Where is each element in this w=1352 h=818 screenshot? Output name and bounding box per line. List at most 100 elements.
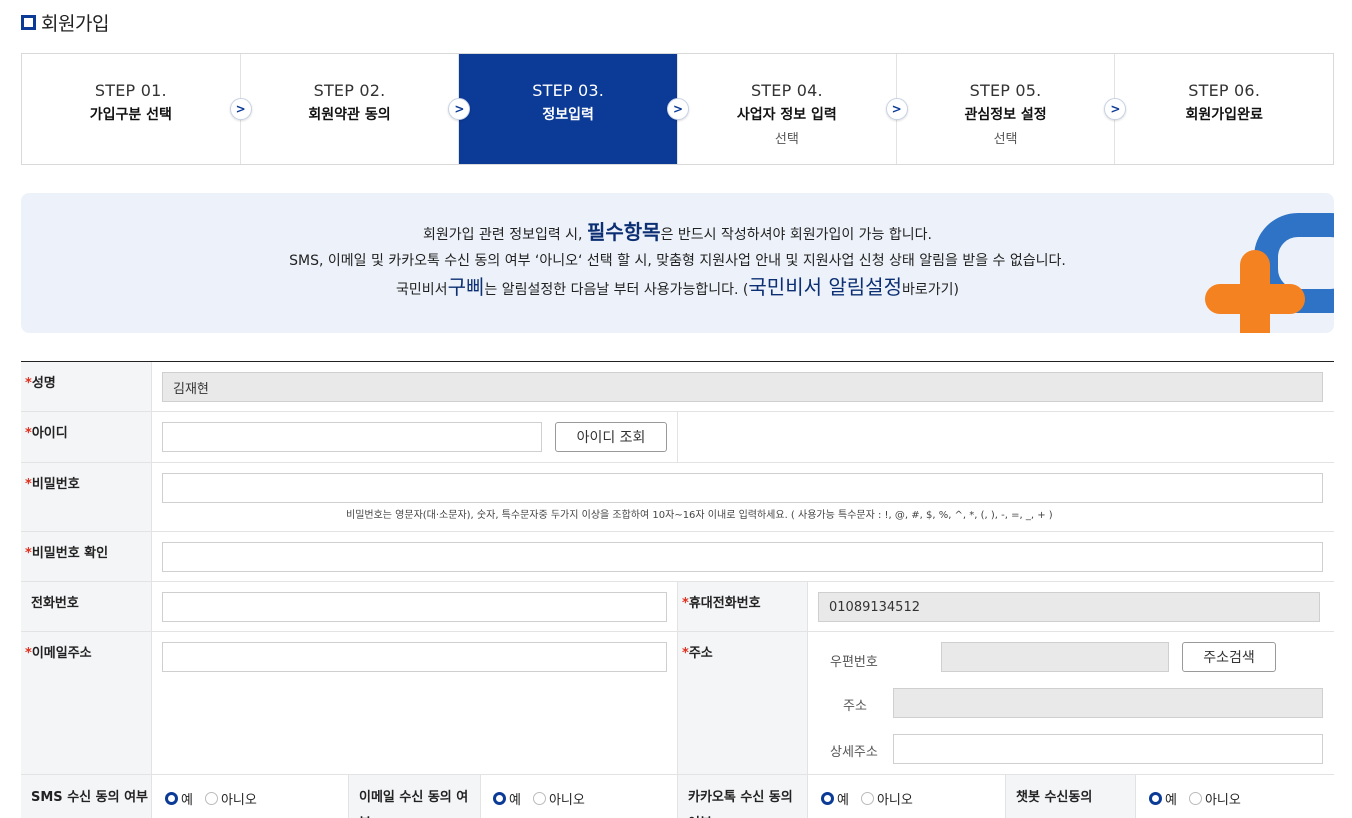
step-02: STEP 02. 회원약관 동의 > — [241, 54, 471, 164]
form-row-id: *아이디 아이디 조회 — [21, 412, 1334, 463]
radio-unchecked-icon[interactable] — [532, 792, 546, 805]
decorative-plus-shape — [1205, 284, 1305, 314]
form-row-password: *비밀번호 비밀번호는 영문자(대·소문자), 숫자, 특수문자중 두가지 이상… — [21, 463, 1334, 532]
label-text: 휴대전화번호 — [688, 596, 761, 611]
address-detail-input[interactable] — [893, 734, 1323, 764]
form-row-email-address: *이메일주소 * 주소 우편번호 주소검색 주소 상세주소 — [21, 632, 1334, 775]
address-label: 주소 — [843, 699, 867, 714]
email-yes-option[interactable]: 예 — [493, 789, 521, 808]
field-label: *성명 — [21, 362, 152, 411]
step-06: STEP 06. 회원가입완료 — [1115, 54, 1333, 164]
password-hint: 비밀번호는 영문자(대·소문자), 숫자, 특수문자중 두가지 이상을 조합하여… — [346, 510, 1053, 521]
mobile-field[interactable]: 01089134512 — [818, 592, 1320, 622]
radio-checked-icon[interactable] — [821, 792, 834, 805]
form-row-phone: 전화번호 *휴대전화번호 01089134512 — [21, 582, 1334, 632]
radio-checked-icon[interactable] — [165, 792, 178, 805]
step-name: 관심정보 설정 — [964, 107, 1047, 123]
kakao-consent-radios: 예 아니오 — [821, 789, 925, 808]
sms-no-option[interactable]: 아니오 — [204, 789, 257, 808]
phone-input[interactable] — [162, 592, 667, 622]
label-text: 주소 — [688, 646, 713, 661]
radio-checked-icon[interactable] — [493, 792, 506, 805]
shortcut-link[interactable]: 바로가기) — [902, 282, 959, 298]
label-text: 비밀번호 — [31, 477, 80, 492]
step-05: STEP 05. 관심정보 설정 선택 > — [897, 54, 1127, 164]
field-label: 전화번호 — [21, 582, 152, 631]
label-text: 비밀번호 확인 — [31, 546, 109, 561]
chatbot-yes-option[interactable]: 예 — [1149, 789, 1177, 808]
signup-form: *성명 김재현 *아이디 아이디 조회 *비밀번호 비밀번호는 영문자(대·소문… — [21, 361, 1334, 818]
title-square-icon — [21, 14, 36, 30]
field-label: *비밀번호 확인 — [21, 532, 152, 581]
radio-label: 아니오 — [548, 793, 585, 808]
chevron-right-icon: > — [229, 98, 252, 120]
radio-label: 아니오 — [220, 793, 257, 808]
field-label: *아이디 — [21, 412, 152, 462]
notice-text: 는 알림설정한 다음날 부터 사용가능합니다. ( — [484, 282, 749, 298]
page-title: 회원가입 — [21, 9, 109, 35]
divider — [677, 412, 678, 462]
step-name: 가입구분 선택 — [89, 107, 172, 123]
chevron-right-icon: > — [885, 98, 908, 120]
radio-checked-icon[interactable] — [1149, 792, 1162, 805]
radio-label: 예 — [1165, 793, 1177, 808]
required-mark: * — [25, 646, 32, 661]
notice-line-2: SMS, 이메일 및 카카오톡 수신 동의 여부 ‘아니오‘ 선택 할 시, 맞… — [289, 253, 1066, 269]
required-mark: * — [25, 376, 32, 391]
chatbot-no-option[interactable]: 아니오 — [1188, 789, 1241, 808]
field-label: SMS 수신 동의 여부 — [21, 775, 152, 818]
alarm-setting-link[interactable]: 국민비서 알림설정 — [748, 275, 902, 299]
form-row-password-confirm: *비밀번호 확인 — [21, 532, 1334, 582]
password-input[interactable] — [162, 473, 1323, 503]
required-mark: * — [25, 477, 32, 492]
radio-unchecked-icon[interactable] — [860, 792, 874, 805]
step-indicator: STEP 01. 가입구분 선택 > STEP 02. 회원약관 동의 > ST… — [21, 53, 1334, 165]
field-label: *휴대전화번호 — [677, 582, 808, 631]
step-01: STEP 01. 가입구분 선택 > — [22, 54, 252, 164]
name-field[interactable]: 김재현 — [162, 372, 1323, 402]
form-row-name: *성명 김재현 — [21, 362, 1334, 412]
notice-text: 국민비서 — [396, 282, 448, 298]
field-label: *이메일주소 — [21, 632, 152, 774]
notice-emphasis: 구삐 — [447, 275, 485, 299]
field-label: 이메일 수신 동의 여부 — [348, 775, 481, 818]
form-row-consent: SMS 수신 동의 여부 예 아니오 이메일 수신 동의 여부 예 아니오 카카… — [21, 775, 1334, 818]
radio-unchecked-icon[interactable] — [204, 792, 218, 805]
email-consent-radios: 예 아니오 — [493, 789, 597, 808]
radio-unchecked-icon[interactable] — [1188, 792, 1202, 805]
radio-label: 예 — [837, 793, 849, 808]
chatbot-consent-radios: 예 아니오 — [1149, 789, 1253, 808]
id-check-button[interactable]: 아이디 조회 — [555, 422, 667, 452]
required-mark: * — [682, 596, 689, 611]
address-field[interactable] — [893, 688, 1323, 718]
zip-label: 우편번호 — [830, 655, 878, 670]
zip-field[interactable] — [941, 642, 1169, 672]
notice-text: 은 반드시 작성하셔야 회원가입이 가능 합니다. — [660, 227, 932, 243]
step-name: 회원약관 동의 — [308, 107, 391, 123]
step-number: STEP 05. — [969, 81, 1042, 100]
id-input[interactable] — [162, 422, 542, 452]
email-input[interactable] — [162, 642, 667, 672]
address-detail-label: 상세주소 — [830, 745, 878, 760]
required-mark: * — [25, 546, 32, 561]
step-number: STEP 01. — [94, 81, 167, 100]
notice-line-1: 회원가입 관련 정보입력 시, 필수항목은 반드시 작성하셔야 회원가입이 가능… — [21, 219, 1334, 248]
address-search-button[interactable]: 주소검색 — [1182, 642, 1276, 672]
step-sub: 선택 — [993, 132, 1018, 147]
kakao-yes-option[interactable]: 예 — [821, 789, 849, 808]
sms-yes-option[interactable]: 예 — [165, 789, 193, 808]
email-no-option[interactable]: 아니오 — [532, 789, 585, 808]
label-text: 성명 — [31, 376, 56, 391]
step-number: STEP 04. — [750, 81, 823, 100]
step-number: STEP 06. — [1188, 81, 1261, 100]
step-name: 회원가입완료 — [1185, 107, 1263, 123]
label-text: 아이디 — [31, 426, 68, 441]
sms-consent-radios: 예 아니오 — [165, 789, 269, 808]
page-title-text: 회원가입 — [41, 12, 109, 35]
kakao-no-option[interactable]: 아니오 — [860, 789, 913, 808]
required-mark: * — [25, 426, 32, 441]
radio-label: 예 — [181, 793, 193, 808]
step-number: STEP 03. — [532, 81, 605, 100]
password-confirm-input[interactable] — [162, 542, 1323, 572]
radio-label: 예 — [509, 793, 521, 808]
